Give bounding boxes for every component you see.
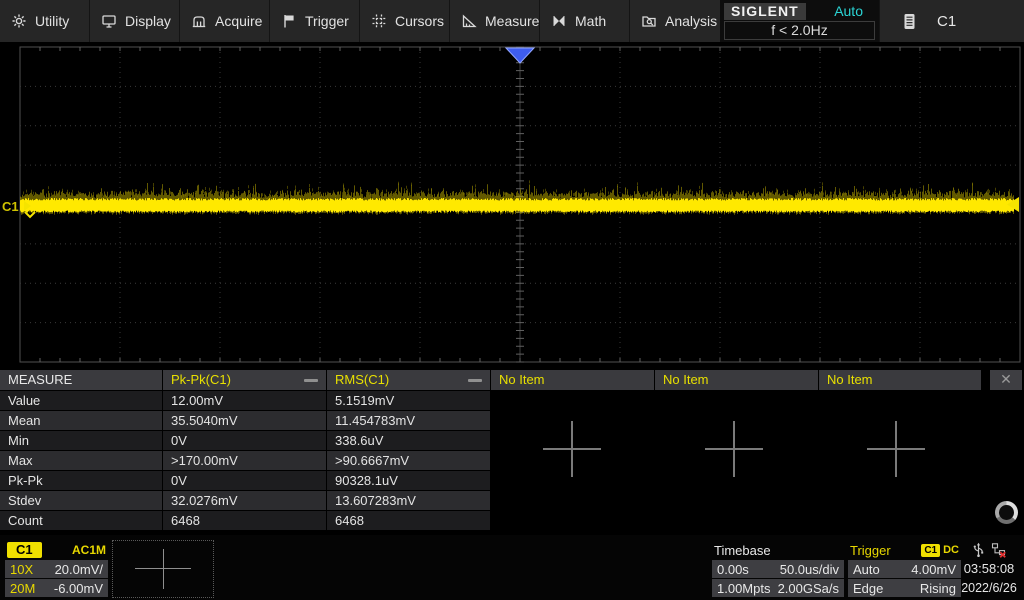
timebase-scale: 50.0us/div [780, 562, 839, 577]
remove-measure-icon[interactable] [468, 379, 482, 382]
menu-acquire-label: Acquire [215, 13, 262, 29]
usb-icon [972, 542, 985, 558]
channel-offset-marker[interactable]: C1 [2, 199, 19, 214]
menu-display[interactable]: Display [90, 0, 180, 42]
measure-col-noitem-1[interactable]: No Item [491, 370, 654, 390]
gear-icon [11, 13, 27, 29]
system-status: 03:58:08 2022/6/26 [958, 540, 1020, 597]
trigger-flag-icon [281, 13, 297, 29]
bottom-status-bar: C1 AC1M 10X 20.0mV/ 20M -6.00mV Timebase… [0, 535, 1024, 600]
close-icon[interactable]: ✕ [990, 370, 1022, 390]
timebase-memory: 1.00Mpts [717, 581, 770, 596]
timebase-delay: 0.00s [717, 562, 749, 577]
measure-ruler-icon [461, 13, 477, 29]
menu-cursors[interactable]: Cursors [360, 0, 450, 42]
channel-badge[interactable]: C1 [7, 542, 42, 558]
measure-col-rms[interactable]: RMS(C1) [327, 370, 490, 390]
menu-cursors-label: Cursors [395, 13, 444, 29]
trigger-title: Trigger [850, 543, 891, 558]
header-right: C1 [880, 0, 1024, 42]
channel-attenuation: 10X [10, 562, 33, 577]
menu-measure[interactable]: Measure [450, 0, 540, 42]
timebase-descriptor[interactable]: Timebase 0.00s 50.0us/div 1.00Mpts 2.00G… [712, 540, 844, 597]
timebase-samplerate: 2.00GSa/s [778, 581, 839, 596]
math-icon [551, 13, 567, 29]
menu-utility-label: Utility [35, 13, 69, 29]
acquisition-status: Auto [834, 3, 875, 19]
cursors-icon [371, 13, 387, 29]
channel-descriptor-c1[interactable]: C1 AC1M 10X 20.0mV/ 20M -6.00mV [5, 540, 108, 597]
trigger-position-marker[interactable] [506, 48, 534, 63]
menu-display-label: Display [125, 13, 171, 29]
remove-measure-icon[interactable] [304, 379, 318, 382]
table-row-value: Value 12.00mV 5.1519mV [0, 391, 1024, 410]
acquire-icon [191, 13, 207, 29]
add-measurement-icon[interactable] [867, 421, 925, 477]
add-measurement-icon[interactable] [543, 421, 601, 477]
menu-analysis[interactable]: Analysis [630, 0, 720, 42]
siglent-logo: SIGLENT [724, 3, 806, 20]
menu-math[interactable]: Math [540, 0, 630, 42]
menu-utility[interactable]: Utility [0, 0, 90, 42]
c1-trace [21, 198, 1014, 213]
channel-offset: -6.00mV [54, 581, 103, 596]
menu-measure-label: Measure [485, 13, 539, 29]
trigger-type: Edge [853, 581, 883, 596]
add-measurement-icon[interactable] [705, 421, 763, 477]
clock-date: 2022/6/26 [958, 579, 1020, 597]
trigger-descriptor[interactable]: Trigger C1 DC Auto 4.00mV Edge Rising [848, 540, 961, 597]
reset-statistics-icon[interactable] [995, 501, 1018, 524]
menu-trigger[interactable]: Trigger [270, 0, 360, 42]
graticule: C1 [0, 42, 1024, 366]
clock-time: 03:58:08 [958, 559, 1020, 579]
menu-math-label: Math [575, 13, 606, 29]
measure-col-noitem-3[interactable]: No Item [819, 370, 981, 390]
active-channel-indicator[interactable]: C1 [937, 13, 956, 30]
measure-header-row: MEASURE Pk-Pk(C1) RMS(C1) No Item No Ite… [0, 370, 1024, 390]
menubar: Utility Display Acquire Trigger Cursors [0, 0, 1024, 42]
analysis-icon [641, 13, 657, 29]
list-icon [902, 13, 917, 30]
channel-marker-chevron-icon [25, 212, 35, 217]
measure-title: MEASURE [0, 370, 162, 390]
menu-acquire[interactable]: Acquire [180, 0, 270, 42]
timebase-title: Timebase [714, 543, 771, 558]
brand-block: SIGLENT Auto f < 2.0Hz [720, 0, 880, 42]
trigger-coupling: DC [943, 544, 959, 556]
measure-col-noitem-2[interactable]: No Item [655, 370, 818, 390]
trigger-source-badge: C1 [921, 544, 940, 557]
channel-scale: 20.0mV/ [55, 562, 103, 577]
display-icon [101, 13, 117, 29]
menu-analysis-label: Analysis [665, 13, 717, 29]
add-channel-button[interactable] [112, 540, 214, 598]
measure-col-pkpk[interactable]: Pk-Pk(C1) [163, 370, 326, 390]
lan-disconnected-icon [991, 542, 1007, 558]
table-row-stdev: Stdev 32.0276mV 13.607283mV [0, 491, 1024, 510]
channel-bandwidth: 20M [10, 581, 35, 596]
channel-coupling: AC1M [72, 543, 106, 557]
menu-trigger-label: Trigger [305, 13, 349, 29]
trigger-mode: Auto [853, 562, 880, 577]
waveform-display: C1 [0, 42, 1024, 366]
table-row-count: Count 6468 6468 [0, 511, 1024, 530]
trigger-frequency: f < 2.0Hz [724, 21, 875, 40]
trigger-level: 4.00mV [911, 562, 956, 577]
trigger-slope: Rising [920, 581, 956, 596]
